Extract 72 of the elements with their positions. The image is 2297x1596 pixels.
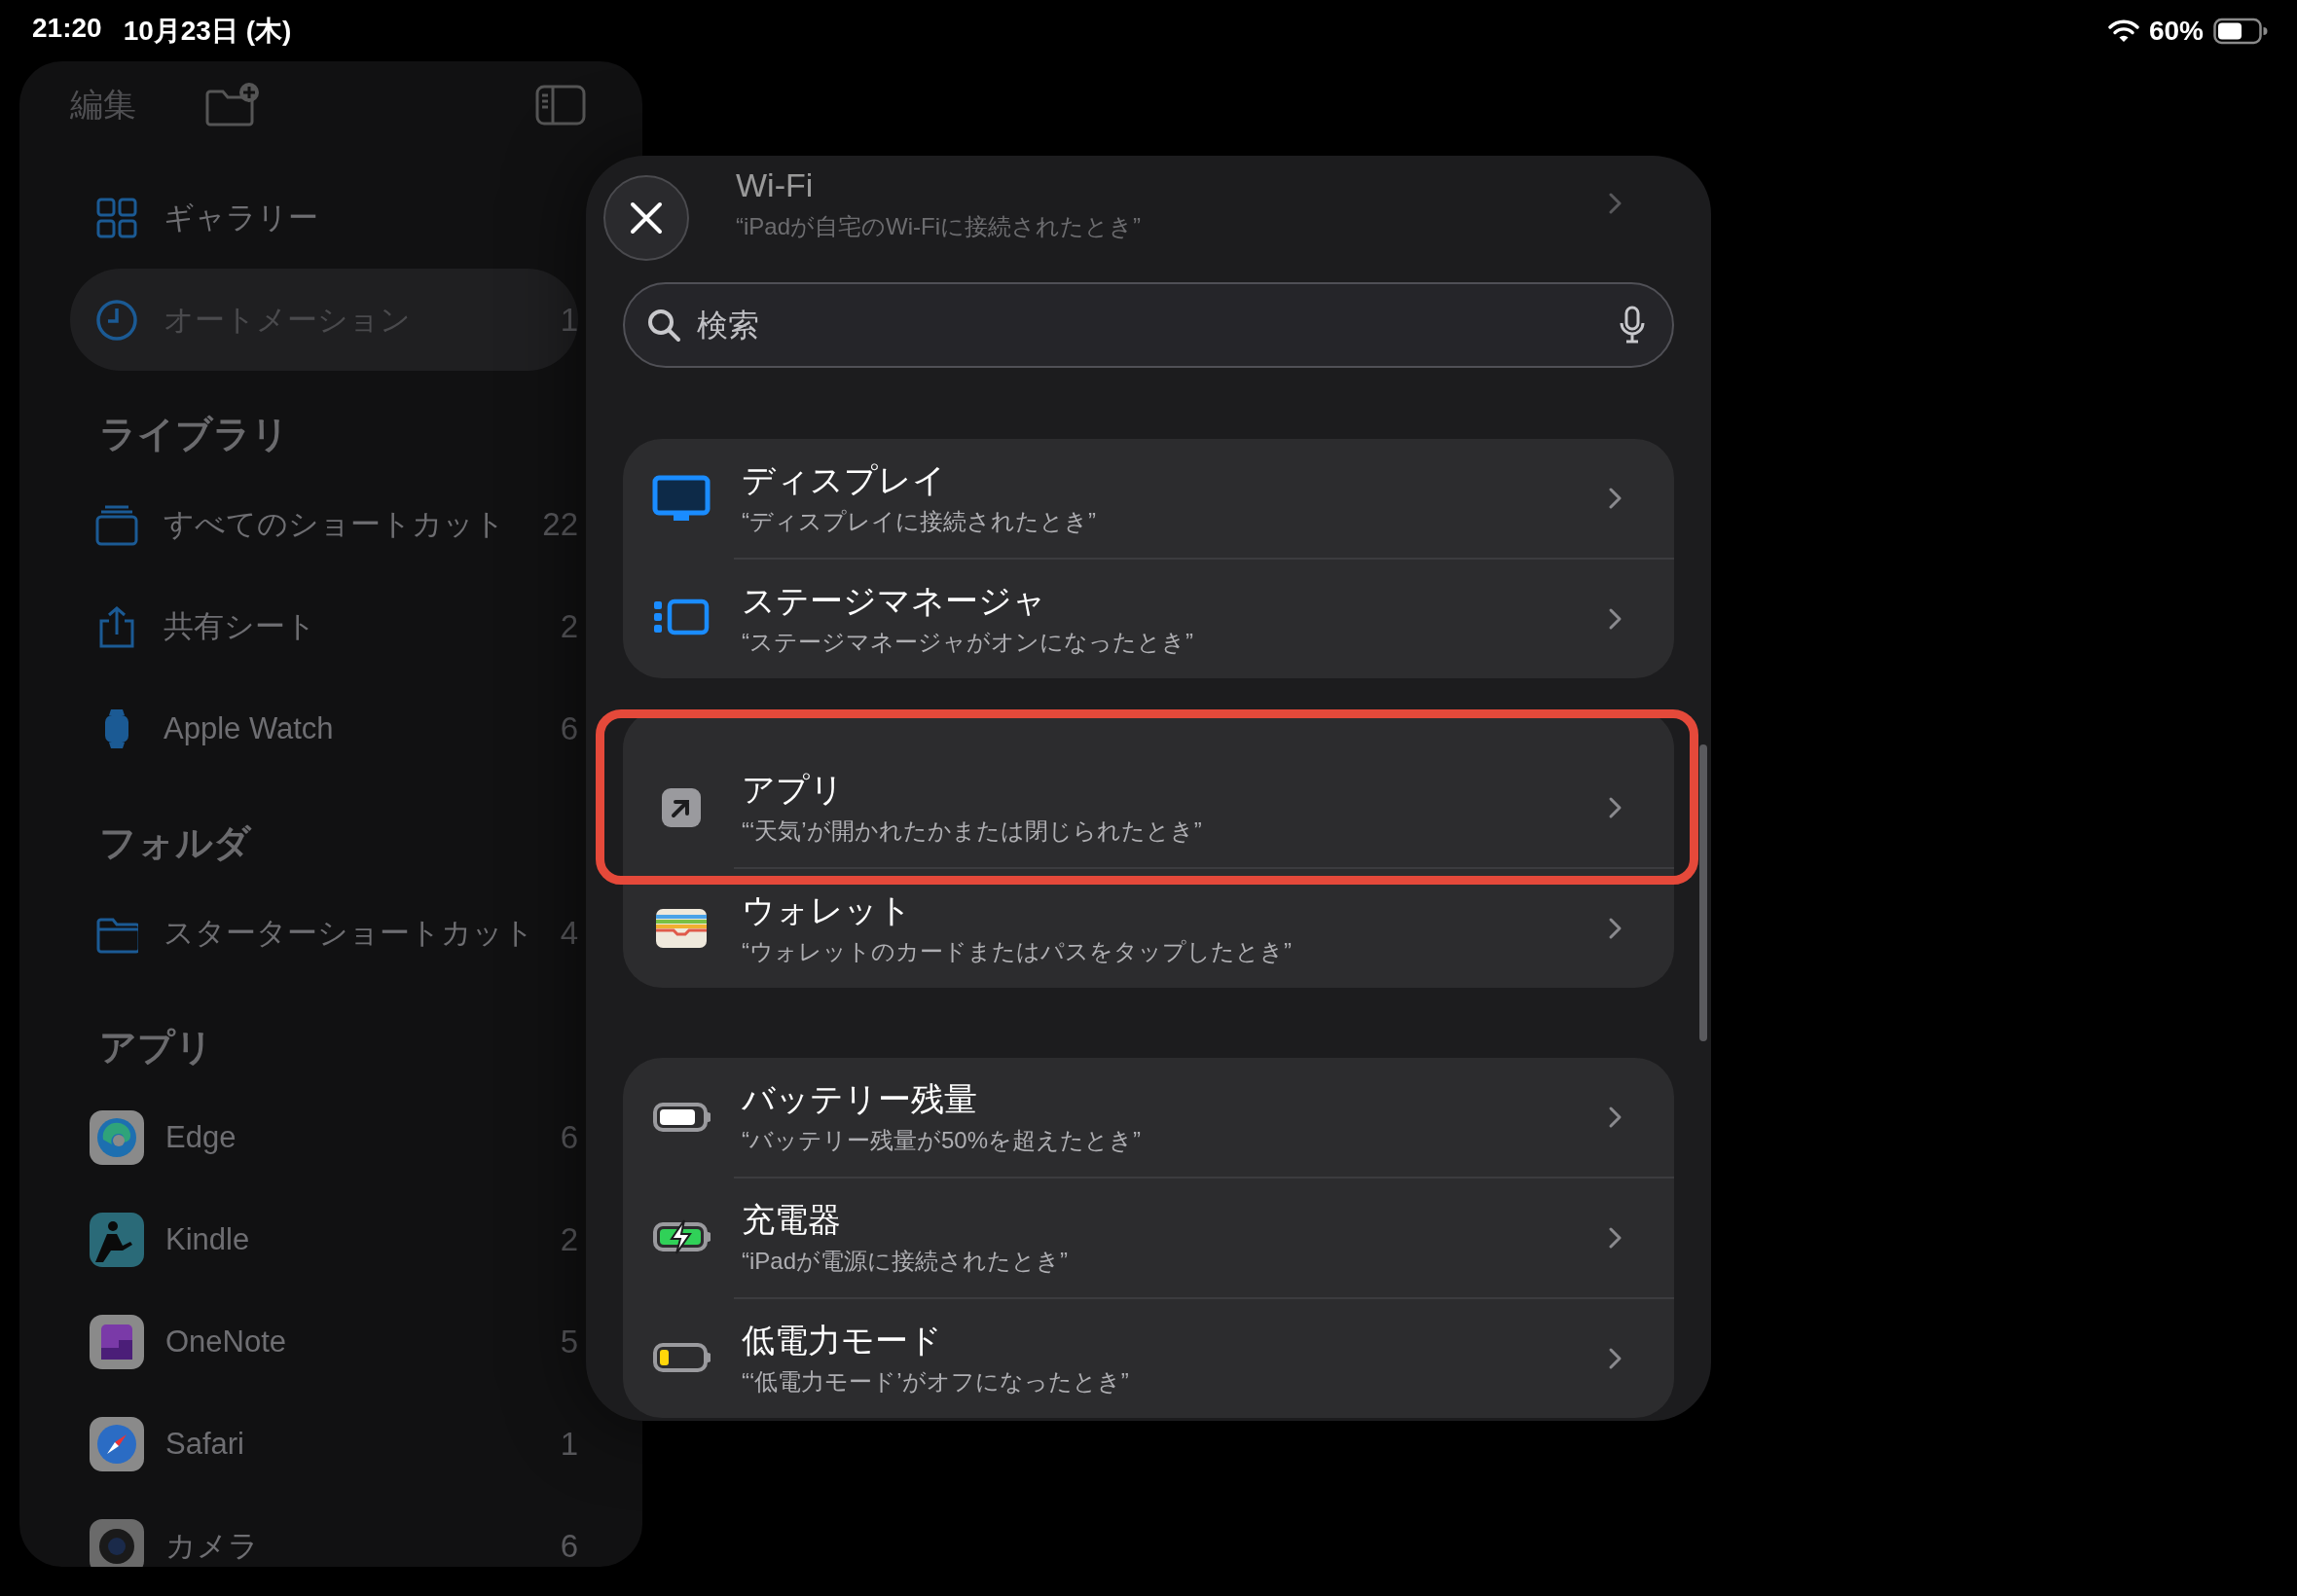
trigger-row[interactable]: 充電器 “iPadが電源に接続されたとき” [623,1177,1674,1297]
sidebar-item[interactable]: ギャラリー [70,166,578,269]
row-subtitle: “iPadが自宅のWi-Fiに接続されたとき” [736,212,1141,241]
row-title: ステージマネージャ [742,581,1047,621]
battery-icon [2213,17,2268,45]
edit-button[interactable]: 編集 [70,83,136,127]
row-subtitle: “iPadが電源に接続されたとき” [742,1247,1069,1276]
close-icon [629,200,664,236]
sidebar-item[interactable]: Kindle 2 [70,1188,578,1290]
trigger-row[interactable]: 低電力モード “‘低電力モード’がオフになったとき” [623,1297,1674,1418]
search-field[interactable]: 検索 [623,282,1674,368]
status-date: 10月23日 (木) [123,14,292,48]
sidebar-item[interactable]: Apple Watch 6 [70,677,578,780]
trigger-row[interactable]: Wi-Fi “iPadが自宅のWi-Fiに接続されたとき” [728,156,1674,263]
chevron-right-icon [1608,487,1623,510]
status-time: 21:20 [32,12,102,45]
row-title: 充電器 [742,1200,842,1240]
row-subtitle: “バッテリー残量が50%を超えたとき” [742,1126,1142,1155]
microphone-icon[interactable] [1620,306,1645,345]
chevron-right-icon [1608,1347,1623,1370]
chevron-right-icon [1608,607,1623,631]
section-heading: フォルダ [98,820,253,865]
row-title: Wi-Fi [736,165,815,205]
sidebar-item[interactable]: Edge 6 [70,1086,578,1188]
sidebar-item[interactable]: すべてのショートカット 22 [70,473,578,575]
sidebar-item[interactable]: OneNote 5 [70,1290,578,1393]
edge-app-icon [90,1109,144,1165]
trigger-row[interactable]: バッテリー残量 “バッテリー残量が50%を超えたとき” [623,1058,1674,1177]
grid-icon [95,196,138,239]
chevron-right-icon [1608,1226,1623,1250]
reader-app-icon [90,1212,144,1267]
item-count: 5 [560,1323,578,1360]
sidebar-toggle-icon[interactable] [535,85,586,126]
trigger-row[interactable]: ディスプレイ “ディスプレイに接続されたとき” [623,439,1674,558]
row-title: 低電力モード [742,1321,943,1360]
item-count: 1 [560,1425,578,1463]
scrollbar[interactable] [1699,744,1707,1041]
wifi-icon [2107,18,2139,44]
item-count: 6 [560,1118,578,1156]
note-app-icon [90,1314,144,1369]
chevron-right-icon [1608,1106,1623,1129]
item-count: 6 [560,1527,578,1565]
item-count: 2 [560,607,578,645]
section-heading: ライブラリ [98,412,290,456]
trigger-row[interactable]: ウォレット “ウォレットのカードまたはパスをタップしたとき” [623,867,1674,988]
row-subtitle: “ステージマネージャがオンになったとき” [742,628,1193,657]
chevron-right-icon [1608,917,1623,940]
row-subtitle: “‘低電力モード’がオフになったとき” [742,1367,1129,1396]
item-count: 22 [542,505,578,543]
sidebar-item[interactable]: 共有シート 2 [70,575,578,677]
item-count: 6 [560,709,578,747]
compass-app-icon [90,1416,144,1471]
trigger-row[interactable]: ステージマネージャ “ステージマネージャがオンになったとき” [623,558,1674,678]
monitor-icon [652,474,711,523]
row-title: ウォレット [742,890,913,930]
clock-icon [95,298,138,342]
sidebar-item[interactable]: Safari 1 [70,1393,578,1495]
section-heading: アプリ [98,1025,214,1070]
item-count: 2 [560,1220,578,1258]
row-title: アプリ [742,770,845,810]
row-subtitle: “ディスプレイに接続されたとき” [742,507,1096,536]
sidebar-item[interactable]: スターターショートカット 4 [70,882,578,984]
row-title: バッテリー残量 [742,1079,978,1119]
row-subtitle: “‘天気’が開かれたかまたは閉じられたとき” [742,816,1202,846]
item-count: 4 [560,914,578,952]
sidebar-item[interactable]: カメラ 6 [70,1495,578,1567]
chevron-right-icon [1608,192,1623,215]
chevron-right-icon [1608,796,1623,819]
row-subtitle: “ウォレットのカードまたはパスをタップしたとき” [742,937,1292,966]
battery-percent: 60% [2148,15,2204,47]
trigger-row[interactable]: アプリ “‘天気’が開かれたかまたは閉じられたとき” [623,748,1674,867]
row-title: ディスプレイ [742,460,947,500]
